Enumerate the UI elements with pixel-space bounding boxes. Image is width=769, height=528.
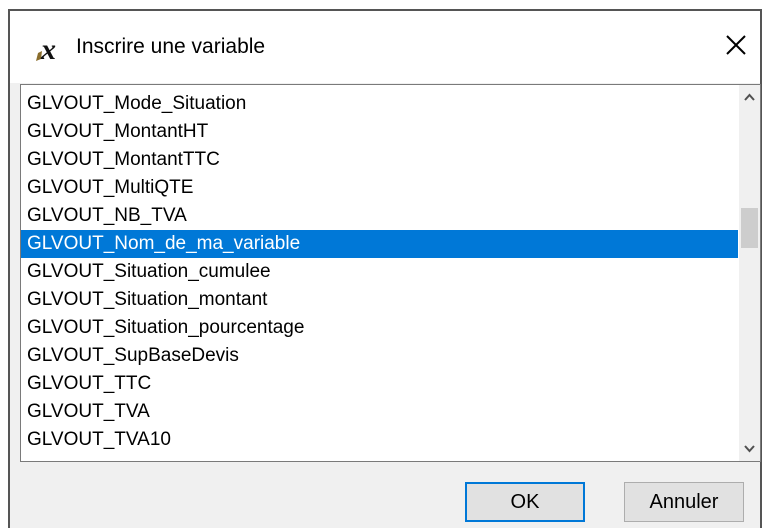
variable-dialog: x Inscrire une variable GLVOUT_Mode_Situ… bbox=[8, 9, 762, 528]
list-item[interactable]: GLVOUT_MultiQTE bbox=[21, 174, 738, 202]
list-item[interactable]: GLVOUT_Situation_cumulee bbox=[21, 258, 738, 286]
variable-listbox[interactable]: GLVOUT_Mode_Situation GLVOUT_MontantHT GLV… bbox=[20, 84, 761, 462]
list-item[interactable]: GLVOUT_TTC bbox=[21, 370, 738, 398]
cancel-button[interactable]: Annuler bbox=[624, 482, 744, 522]
variable-list: GLVOUT_Mode_Situation GLVOUT_MontantHT GLV… bbox=[21, 90, 738, 454]
svg-text:x: x bbox=[40, 33, 56, 63]
list-item[interactable]: GLVOUT_Situation_pourcentage bbox=[21, 314, 738, 342]
title-bar: x Inscrire une variable bbox=[10, 11, 760, 83]
vertical-scrollbar[interactable] bbox=[739, 85, 760, 461]
scroll-thumb[interactable] bbox=[741, 208, 758, 248]
italic-x-icon: x bbox=[34, 33, 68, 66]
window-title: Inscrire une variable bbox=[76, 35, 266, 58]
list-item[interactable]: GLVOUT_TVA bbox=[21, 398, 738, 426]
list-item[interactable]: GLVOUT_Mode_Situation bbox=[21, 90, 738, 118]
scroll-down-icon[interactable] bbox=[739, 437, 760, 461]
ok-button[interactable]: OK bbox=[465, 482, 585, 522]
list-item[interactable]: GLVOUT_SupBaseDevis bbox=[21, 342, 738, 370]
list-item[interactable]: GLVOUT_MontantHT bbox=[21, 118, 738, 146]
list-item[interactable]: GLVOUT_Nom_de_ma_variable bbox=[21, 230, 738, 258]
list-item[interactable]: GLVOUT_TVA10 bbox=[21, 426, 738, 454]
button-bar: OK Annuler bbox=[10, 462, 760, 528]
scroll-up-icon[interactable] bbox=[739, 85, 760, 109]
list-item[interactable]: GLVOUT_MontantTTC bbox=[21, 146, 738, 174]
close-icon[interactable] bbox=[718, 27, 754, 63]
list-item[interactable]: GLVOUT_Situation_montant bbox=[21, 286, 738, 314]
list-item[interactable]: GLVOUT_NB_TVA bbox=[21, 202, 738, 230]
